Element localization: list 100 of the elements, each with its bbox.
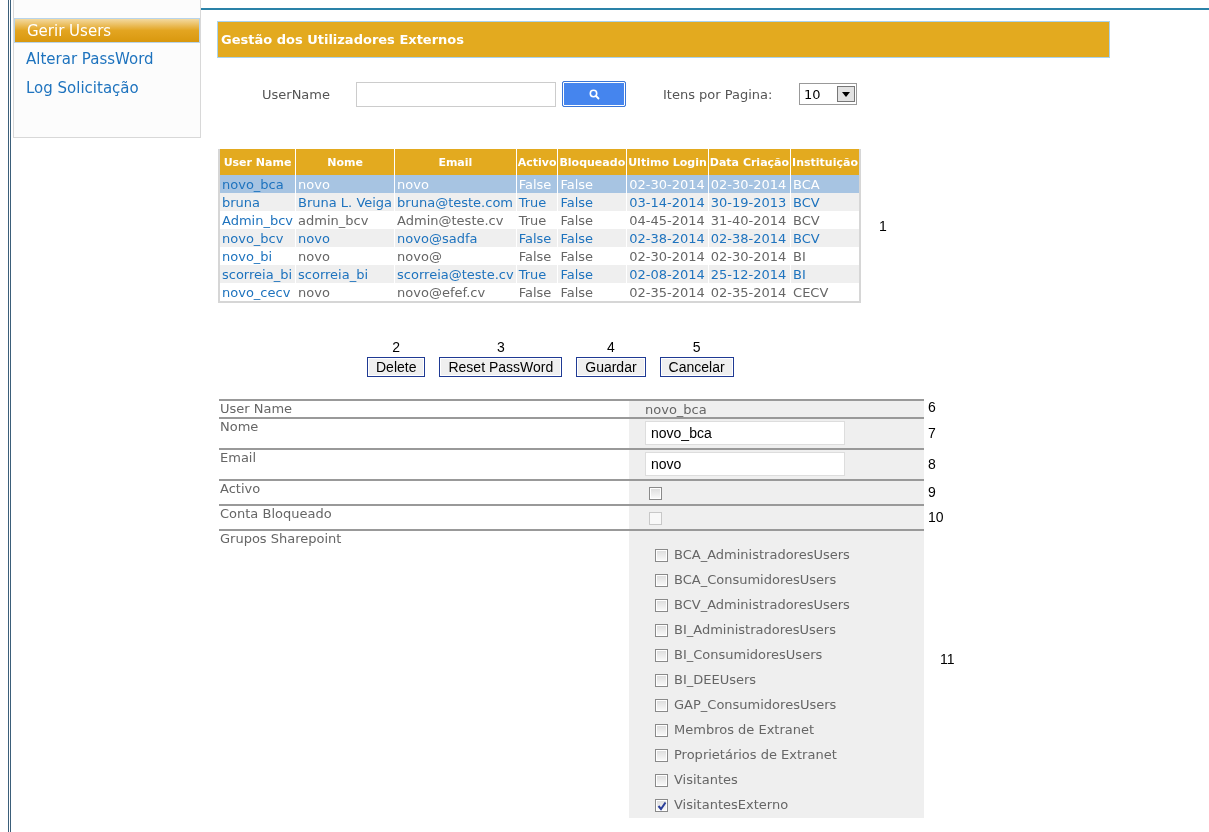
search-icon: [588, 88, 600, 100]
table-cell: BI: [790, 265, 860, 283]
table-cell: Bruna L. Veiga: [295, 193, 395, 211]
table-cell: False: [557, 175, 627, 193]
checkbox-label[interactable]: Membros de Extranet: [674, 722, 815, 738]
table-row[interactable]: novo_bca novo novo False False 02-30-2014 02-30-2014 BCA: [219, 175, 860, 193]
checkbox[interactable]: [655, 723, 668, 737]
username-link[interactable]: bruna: [219, 193, 296, 211]
checkbox[interactable]: [655, 673, 668, 687]
table-cell: 30-19-2013: [708, 193, 791, 211]
field-label: Email: [220, 450, 257, 465]
annotation-number: 9: [928, 484, 936, 500]
table-cell: novo: [295, 229, 395, 247]
field-label: User Name: [220, 401, 293, 416]
table-cell: 02-38-2014: [708, 229, 791, 247]
annotation-number: 1: [878, 218, 887, 234]
table-cell: 02-38-2014: [626, 229, 709, 247]
table-cell: 02-35-2014: [626, 283, 709, 302]
table-cell: bruna@teste.com: [394, 193, 517, 211]
checkbox-label[interactable]: BI_AdministradoresUsers: [674, 622, 836, 638]
field-label: Nome: [220, 419, 259, 434]
table-cell: BCA: [790, 175, 860, 193]
checkbox-label[interactable]: BI_DEEUsers: [674, 672, 757, 688]
table-row[interactable]: novo_bcv novo novo@sadfa False False 02-38-2014 02-38-2014 BCV: [219, 229, 860, 247]
table-cell: False: [557, 283, 627, 302]
table-cell: 02-30-2014: [626, 175, 709, 193]
table-cell: novo@sadfa: [394, 229, 517, 247]
checkbox[interactable]: [655, 623, 668, 637]
table-cell: 25-12-2014: [708, 265, 791, 283]
checkbox-label[interactable]: Visitantes: [674, 772, 738, 788]
text-field[interactable]: novo_bca: [645, 421, 845, 445]
text-field[interactable]: novo: [645, 452, 845, 476]
field-value: novo_bca: [645, 401, 708, 417]
table-cell: novo: [394, 175, 517, 193]
table-cell: False: [557, 193, 627, 211]
checkbox[interactable]: [655, 573, 668, 587]
field-label: Activo: [220, 481, 261, 496]
annotation-number: 7: [928, 425, 936, 441]
table-cell: novo: [295, 175, 395, 193]
page-size-dropdown[interactable]: 10: [799, 83, 857, 105]
action-button[interactable]: Reset PassWord: [439, 357, 563, 377]
checkbox[interactable]: [649, 487, 662, 500]
checkbox-label[interactable]: BCA_AdministradoresUsers: [674, 547, 850, 563]
checkbox-label[interactable]: BI_ConsumidoresUsers: [674, 647, 823, 663]
table-row[interactable]: novo_cecv novo novo@efef.cv False False 02-35-2014 02-35-2014 CECV: [219, 283, 860, 302]
table-row[interactable]: scorreia_bi scorreia_bi scorreia@teste.cv True False 02-08-2014 25-12-2014 BI: [219, 265, 860, 283]
table-cell: False: [557, 229, 627, 247]
username-link[interactable]: scorreia_bi: [219, 265, 296, 283]
table-cell: 02-08-2014: [626, 265, 709, 283]
table-row[interactable]: bruna Bruna L. Veiga bruna@teste.com True False 03-14-2014 30-19-2013 BCV: [219, 193, 860, 211]
table-cell: 03-14-2014: [626, 193, 709, 211]
username-link[interactable]: novo_bcv: [219, 229, 296, 247]
checkbox[interactable]: [655, 698, 668, 712]
checkbox[interactable]: [655, 598, 668, 612]
table-cell: scorreia@teste.cv: [394, 265, 517, 283]
search-field[interactable]: [356, 81, 556, 107]
username-link[interactable]: novo_cecv: [219, 283, 296, 302]
table-cell: False: [557, 265, 627, 283]
sidebar-item[interactable]: Log Solicitação: [14, 76, 200, 101]
table-cell: BCV: [790, 229, 860, 247]
table-cell: 02-30-2014: [708, 175, 791, 193]
table-cell: 02-35-2014: [708, 283, 791, 302]
page-title: Gestão dos Utilizadores Externos: [217, 21, 1110, 58]
field-label: Grupos Sharepoint: [220, 531, 342, 546]
field-label: Itens por Pagina:: [663, 86, 774, 102]
checkbox-label[interactable]: BCA_ConsumidoresUsers: [674, 572, 837, 588]
action-button[interactable]: Delete: [367, 357, 426, 377]
field-label: Conta Bloqueado: [220, 506, 332, 521]
field-label: UserName: [262, 86, 331, 102]
sidebar-item[interactable]: Alterar PassWord: [14, 47, 200, 72]
action-button[interactable]: Guardar: [576, 357, 646, 377]
table-cell: True: [516, 193, 558, 211]
table-cell: False: [516, 283, 558, 302]
table-cell: scorreia_bi: [295, 265, 395, 283]
checkbox-label[interactable]: Proprietários de Extranet: [674, 747, 837, 763]
table-cell: False: [516, 229, 558, 247]
checkbox-label[interactable]: VisitantesExterno: [674, 797, 789, 813]
annotation-number: 5: [692, 338, 701, 357]
annotation-number: 8: [928, 456, 936, 472]
checkbox[interactable]: [655, 648, 668, 662]
search-button[interactable]: [562, 81, 626, 107]
checkbox[interactable]: [655, 773, 668, 787]
annotation-number: 3: [496, 338, 505, 357]
table-cell: novo@efef.cv: [394, 283, 517, 302]
annotation-number: 11: [940, 651, 955, 667]
action-button[interactable]: Cancelar: [659, 357, 734, 377]
table-cell: novo: [295, 283, 395, 302]
caret-icon: [842, 91, 850, 97]
checkbox[interactable]: [655, 798, 668, 812]
annotation-number: 10: [928, 509, 944, 525]
username-link[interactable]: novo_bca: [219, 175, 296, 193]
checkbox[interactable]: [655, 548, 668, 562]
table-cell: BCV: [790, 193, 860, 211]
table-cell: CECV: [790, 283, 860, 302]
table-cell: False: [516, 175, 558, 193]
checkbox-label[interactable]: GAP_ConsumidoresUsers: [674, 697, 837, 713]
checkbox-label[interactable]: BCV_AdministradoresUsers: [674, 597, 850, 613]
annotation-number: 2: [392, 338, 401, 357]
annotation-number: 6: [928, 399, 936, 415]
checkbox[interactable]: [655, 748, 668, 762]
